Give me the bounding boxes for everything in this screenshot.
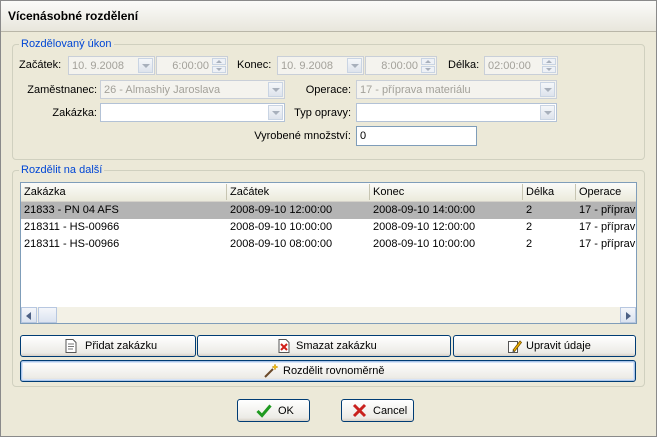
add-document-icon [65, 339, 77, 353]
duration-field[interactable]: 02:00:00 [484, 56, 558, 75]
cell-duration: 2 [526, 204, 533, 216]
delete-order-label: Smazat zakázku [296, 340, 377, 352]
column-header-delka[interactable]: Délka [526, 186, 554, 198]
start-date-field[interactable]: 10. 9.2008 [68, 56, 155, 75]
column-header-zacatek[interactable]: Začátek [230, 186, 269, 198]
duration-value: 02:00:00 [488, 60, 531, 72]
table-row[interactable]: 21833 - PN 04 AFS 2008-09-10 12:00:00 20… [21, 202, 636, 219]
cell-operation: 17 - příprav [579, 238, 636, 250]
spin-down-icon[interactable] [542, 66, 556, 73]
spin-up-icon[interactable] [421, 58, 435, 65]
duration-spinner[interactable] [542, 58, 556, 73]
start-label: Začátek: [19, 59, 62, 71]
edit-pencil-icon [508, 340, 522, 353]
end-date-field[interactable]: 10. 9.2008 [277, 56, 364, 75]
scroll-left-icon[interactable] [21, 307, 37, 323]
employee-value: 26 - Almashiy Jaroslava [104, 84, 221, 96]
chevron-down-icon[interactable] [138, 58, 153, 73]
split-evenly-button[interactable]: Rozdělit rovnoměrně [20, 360, 636, 382]
cell-duration: 2 [526, 238, 533, 250]
operation-select[interactable]: 17 - příprava materiálu [356, 80, 557, 99]
group-legend-rozdelovany: Rozdělovaný úkon [21, 38, 112, 50]
qty-input[interactable]: 0 [356, 126, 477, 146]
spin-up-icon[interactable] [542, 58, 556, 65]
delete-order-button[interactable]: Smazat zakázku [197, 335, 451, 357]
column-separator[interactable] [522, 184, 523, 200]
chevron-down-icon[interactable] [347, 58, 362, 73]
spin-down-icon[interactable] [212, 66, 226, 73]
end-label: Konec: [237, 59, 272, 71]
window-title: Vícenásobné rozdělení [8, 9, 139, 23]
edit-data-button[interactable]: Upravit údaje [453, 335, 636, 357]
start-time-value: 6:00:00 [172, 60, 209, 72]
scroll-right-icon[interactable] [620, 307, 636, 323]
cell-duration: 2 [526, 221, 533, 233]
horizontal-scrollbar[interactable] [21, 307, 636, 323]
cell-end: 2008-09-10 12:00:00 [373, 221, 476, 233]
repair-select[interactable] [356, 103, 557, 122]
add-order-label: Přidat zakázku [85, 340, 158, 352]
end-time-value: 8:00:00 [381, 60, 418, 72]
cell-operation: 17 - příprav [579, 221, 636, 233]
group-legend-rozdelit: Rozdělit na další [21, 164, 103, 176]
column-separator[interactable] [226, 184, 227, 200]
edit-data-label: Upravit údaje [526, 340, 591, 352]
ok-label: OK [278, 405, 294, 417]
end-date-value: 10. 9.2008 [281, 60, 333, 72]
cell-order: 218311 - HS-00966 [24, 221, 120, 233]
split-list[interactable]: Zakázka Začátek Konec Délka Operace 2183… [20, 182, 637, 324]
cancel-label: Cancel [373, 405, 408, 417]
cell-operation: 17 - příprav [579, 204, 636, 216]
delete-document-icon [278, 339, 290, 353]
operation-value: 17 - příprava materiálu [360, 84, 471, 96]
duration-label: Délka: [448, 59, 480, 71]
start-time-spinner[interactable] [212, 58, 226, 73]
chevron-down-icon[interactable] [540, 82, 555, 97]
cell-order: 21833 - PN 04 AFS [24, 204, 119, 216]
spin-up-icon[interactable] [212, 58, 226, 65]
column-header-operace[interactable]: Operace [579, 186, 621, 198]
end-time-field[interactable]: 8:00:00 [365, 56, 437, 75]
cell-order: 218311 - HS-00966 [24, 238, 120, 250]
employee-label: Zaměstnanec: [27, 84, 97, 96]
cell-end: 2008-09-10 10:00:00 [373, 238, 476, 250]
split-evenly-label: Rozdělit rovnoměrně [283, 365, 385, 377]
list-header: Zakázka Začátek Konec Délka Operace [21, 183, 636, 202]
add-order-button[interactable]: Přidat zakázku [20, 335, 196, 357]
start-time-field[interactable]: 6:00:00 [156, 56, 228, 75]
cell-start: 2008-09-10 12:00:00 [230, 204, 333, 216]
close-icon [352, 403, 367, 418]
operation-label: Operace: [305, 84, 351, 96]
chevron-down-icon[interactable] [268, 105, 283, 120]
column-header-zakazka[interactable]: Zakázka [24, 186, 66, 198]
employee-select[interactable]: 26 - Almashiy Jaroslava [100, 80, 285, 99]
cell-start: 2008-09-10 10:00:00 [230, 221, 333, 233]
column-separator[interactable] [369, 184, 370, 200]
table-row[interactable]: 218311 - HS-00966 2008-09-10 08:00:00 20… [21, 236, 636, 253]
repair-label: Typ opravy: [294, 107, 351, 119]
chevron-down-icon[interactable] [268, 82, 283, 97]
cell-end: 2008-09-10 14:00:00 [373, 204, 476, 216]
qty-value: 0 [360, 130, 367, 142]
checkmark-icon [256, 404, 272, 418]
cancel-button[interactable]: Cancel [341, 399, 414, 422]
column-header-konec[interactable]: Konec [373, 186, 404, 198]
dialog-window: Vícenásobné rozdělení Rozdělovaný úkon Z… [0, 0, 657, 437]
order-label: Zakázka: [52, 107, 97, 119]
chevron-down-icon[interactable] [540, 105, 555, 120]
table-row[interactable]: 218311 - HS-00966 2008-09-10 10:00:00 20… [21, 219, 636, 236]
qty-label: Vyrobené množství: [254, 130, 351, 142]
cell-start: 2008-09-10 08:00:00 [230, 238, 333, 250]
order-select[interactable] [100, 103, 285, 122]
column-separator[interactable] [575, 184, 576, 200]
end-time-spinner[interactable] [421, 58, 435, 73]
spin-down-icon[interactable] [421, 66, 435, 73]
title-bar: Vícenásobné rozdělení [1, 1, 656, 32]
ok-button[interactable]: OK [237, 399, 310, 422]
scroll-thumb[interactable] [38, 307, 57, 323]
magic-wand-icon [264, 363, 279, 378]
start-date-value: 10. 9.2008 [72, 60, 124, 72]
